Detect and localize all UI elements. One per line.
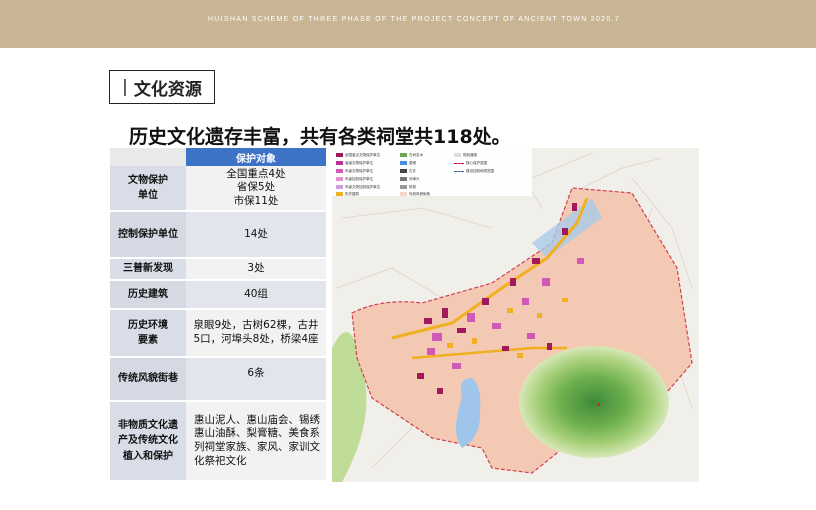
legend-label: 河埠头	[409, 176, 420, 181]
table-row: 历史建筑 40组	[110, 281, 326, 310]
legend-swatch	[336, 153, 343, 157]
row-value: 泉眼9处，古树62棵，古井5口，河埠头8处，桥梁4座	[186, 310, 326, 358]
legend-item: 核心保护范围	[454, 160, 487, 166]
row-label: 历史建筑	[110, 281, 186, 310]
legend-swatch	[400, 192, 407, 196]
legend-label: 泉眼	[409, 160, 416, 165]
table-header-cell: 保护对象	[186, 148, 326, 166]
legend-item: 省级文物保护单位	[336, 160, 373, 166]
legend-item: 规划道路	[454, 152, 477, 158]
legend-label: 核心保护范围	[466, 160, 487, 165]
row-label: 传统风貌街巷	[110, 358, 186, 402]
legend-dash	[454, 162, 464, 164]
legend-item: 古树名木	[400, 152, 423, 158]
legend-swatch	[336, 169, 343, 173]
legend-item: 河埠头	[400, 176, 420, 182]
section-title: | 文化资源	[109, 70, 215, 104]
legend-swatch	[336, 177, 343, 181]
legend-item: 市级控制保护单位	[336, 176, 373, 182]
row-label: 控制保护单位	[110, 212, 186, 259]
legend-item: 传统风貌街巷	[400, 191, 430, 197]
legend-item: 历史建筑	[336, 191, 359, 197]
legend-item: 市级文物控制保护单位	[336, 184, 380, 190]
row-label: 文物保护单位	[110, 166, 186, 212]
row-label: 历史环境要素	[110, 310, 186, 358]
legend-item: 市级文物保护单位	[336, 168, 373, 174]
hill-marker	[597, 403, 600, 406]
hill-green	[519, 346, 669, 458]
map-graphic	[332, 148, 699, 482]
legend-label: 市级文物保护单位	[345, 168, 373, 173]
table-row: 非物质文化遗产及传统文化植入和保护 惠山泥人、惠山庙会、锡绣惠山油酥、梨膏糖、美…	[110, 402, 326, 482]
table-header-row: 保护对象	[110, 148, 326, 166]
row-label: 三普新发现	[110, 259, 186, 281]
row-value: 3处	[186, 259, 326, 281]
legend-label: 省级文物保护单位	[345, 160, 373, 165]
legend-swatch	[336, 161, 343, 165]
legend-item: 泉眼	[400, 160, 416, 166]
legend-swatch	[336, 185, 343, 189]
table-row: 控制保护单位 14处	[110, 212, 326, 259]
table-row: 历史环境要素 泉眼9处，古树62棵，古井5口，河埠头8处，桥梁4座	[110, 310, 326, 358]
section-title-text: 文化资源	[133, 79, 202, 100]
legend-label: 市级文物控制保护单位	[345, 184, 380, 189]
section-title-bar: |	[122, 77, 128, 97]
headline: 历史文化遗存丰富，共有各类祠堂共118处。	[129, 126, 511, 148]
legend-label: 全国重点文物保护单位	[345, 152, 380, 157]
header-band: HUISHAN SCHEME OF THREE PHASE OF THE PRO…	[0, 0, 816, 48]
legend-label: 市级控制保护单位	[345, 176, 373, 181]
legend-label: 桥梁	[409, 184, 416, 189]
map-legend: 全国重点文物保护单位 省级文物保护单位 市级文物保护单位 市级控制保护单位 市级…	[332, 148, 532, 196]
legend-dash	[454, 170, 464, 172]
table-row: 三普新发现 3处	[110, 259, 326, 281]
legend-swatch	[400, 169, 407, 173]
row-value: 6条	[186, 358, 326, 402]
table-row: 传统风貌街巷 6条	[110, 358, 326, 402]
legend-item: 建设控制地带范围	[454, 168, 494, 174]
row-label: 非物质文化遗产及传统文化植入和保护	[110, 402, 186, 482]
header-text: HUISHAN SCHEME OF THREE PHASE OF THE PRO…	[207, 16, 620, 23]
row-value: 40组	[186, 281, 326, 310]
legend-swatch	[400, 177, 407, 181]
legend-swatch	[454, 153, 461, 157]
legend-label: 建设控制地带范围	[466, 168, 494, 173]
legend-label: 规划道路	[463, 152, 477, 157]
legend-label: 古树名木	[409, 152, 423, 157]
row-value: 惠山泥人、惠山庙会、锡绣惠山油酥、梨膏糖、美食系列祠堂家族、家风、家训文化祭祀文…	[186, 402, 326, 482]
protection-table: 保护对象 文物保护单位 全国重点4处 省保5处 市保11处 控制保护单位 14处…	[110, 148, 326, 482]
table-row: 文物保护单位 全国重点4处 省保5处 市保11处	[110, 166, 326, 212]
legend-item: 全国重点文物保护单位	[336, 152, 380, 158]
legend-label: 古井	[409, 168, 416, 173]
row-value: 全国重点4处 省保5处 市保11处	[186, 166, 326, 212]
legend-label: 历史建筑	[345, 191, 359, 196]
legend-swatch	[400, 153, 407, 157]
legend-swatch	[336, 192, 343, 196]
legend-label: 传统风貌街巷	[409, 191, 430, 196]
planning-map: 全国重点文物保护单位 省级文物保护单位 市级文物保护单位 市级控制保护单位 市级…	[332, 148, 699, 482]
legend-swatch	[400, 161, 407, 165]
legend-item: 桥梁	[400, 184, 416, 190]
legend-item: 古井	[400, 168, 416, 174]
legend-swatch	[400, 185, 407, 189]
row-value: 14处	[186, 212, 326, 259]
